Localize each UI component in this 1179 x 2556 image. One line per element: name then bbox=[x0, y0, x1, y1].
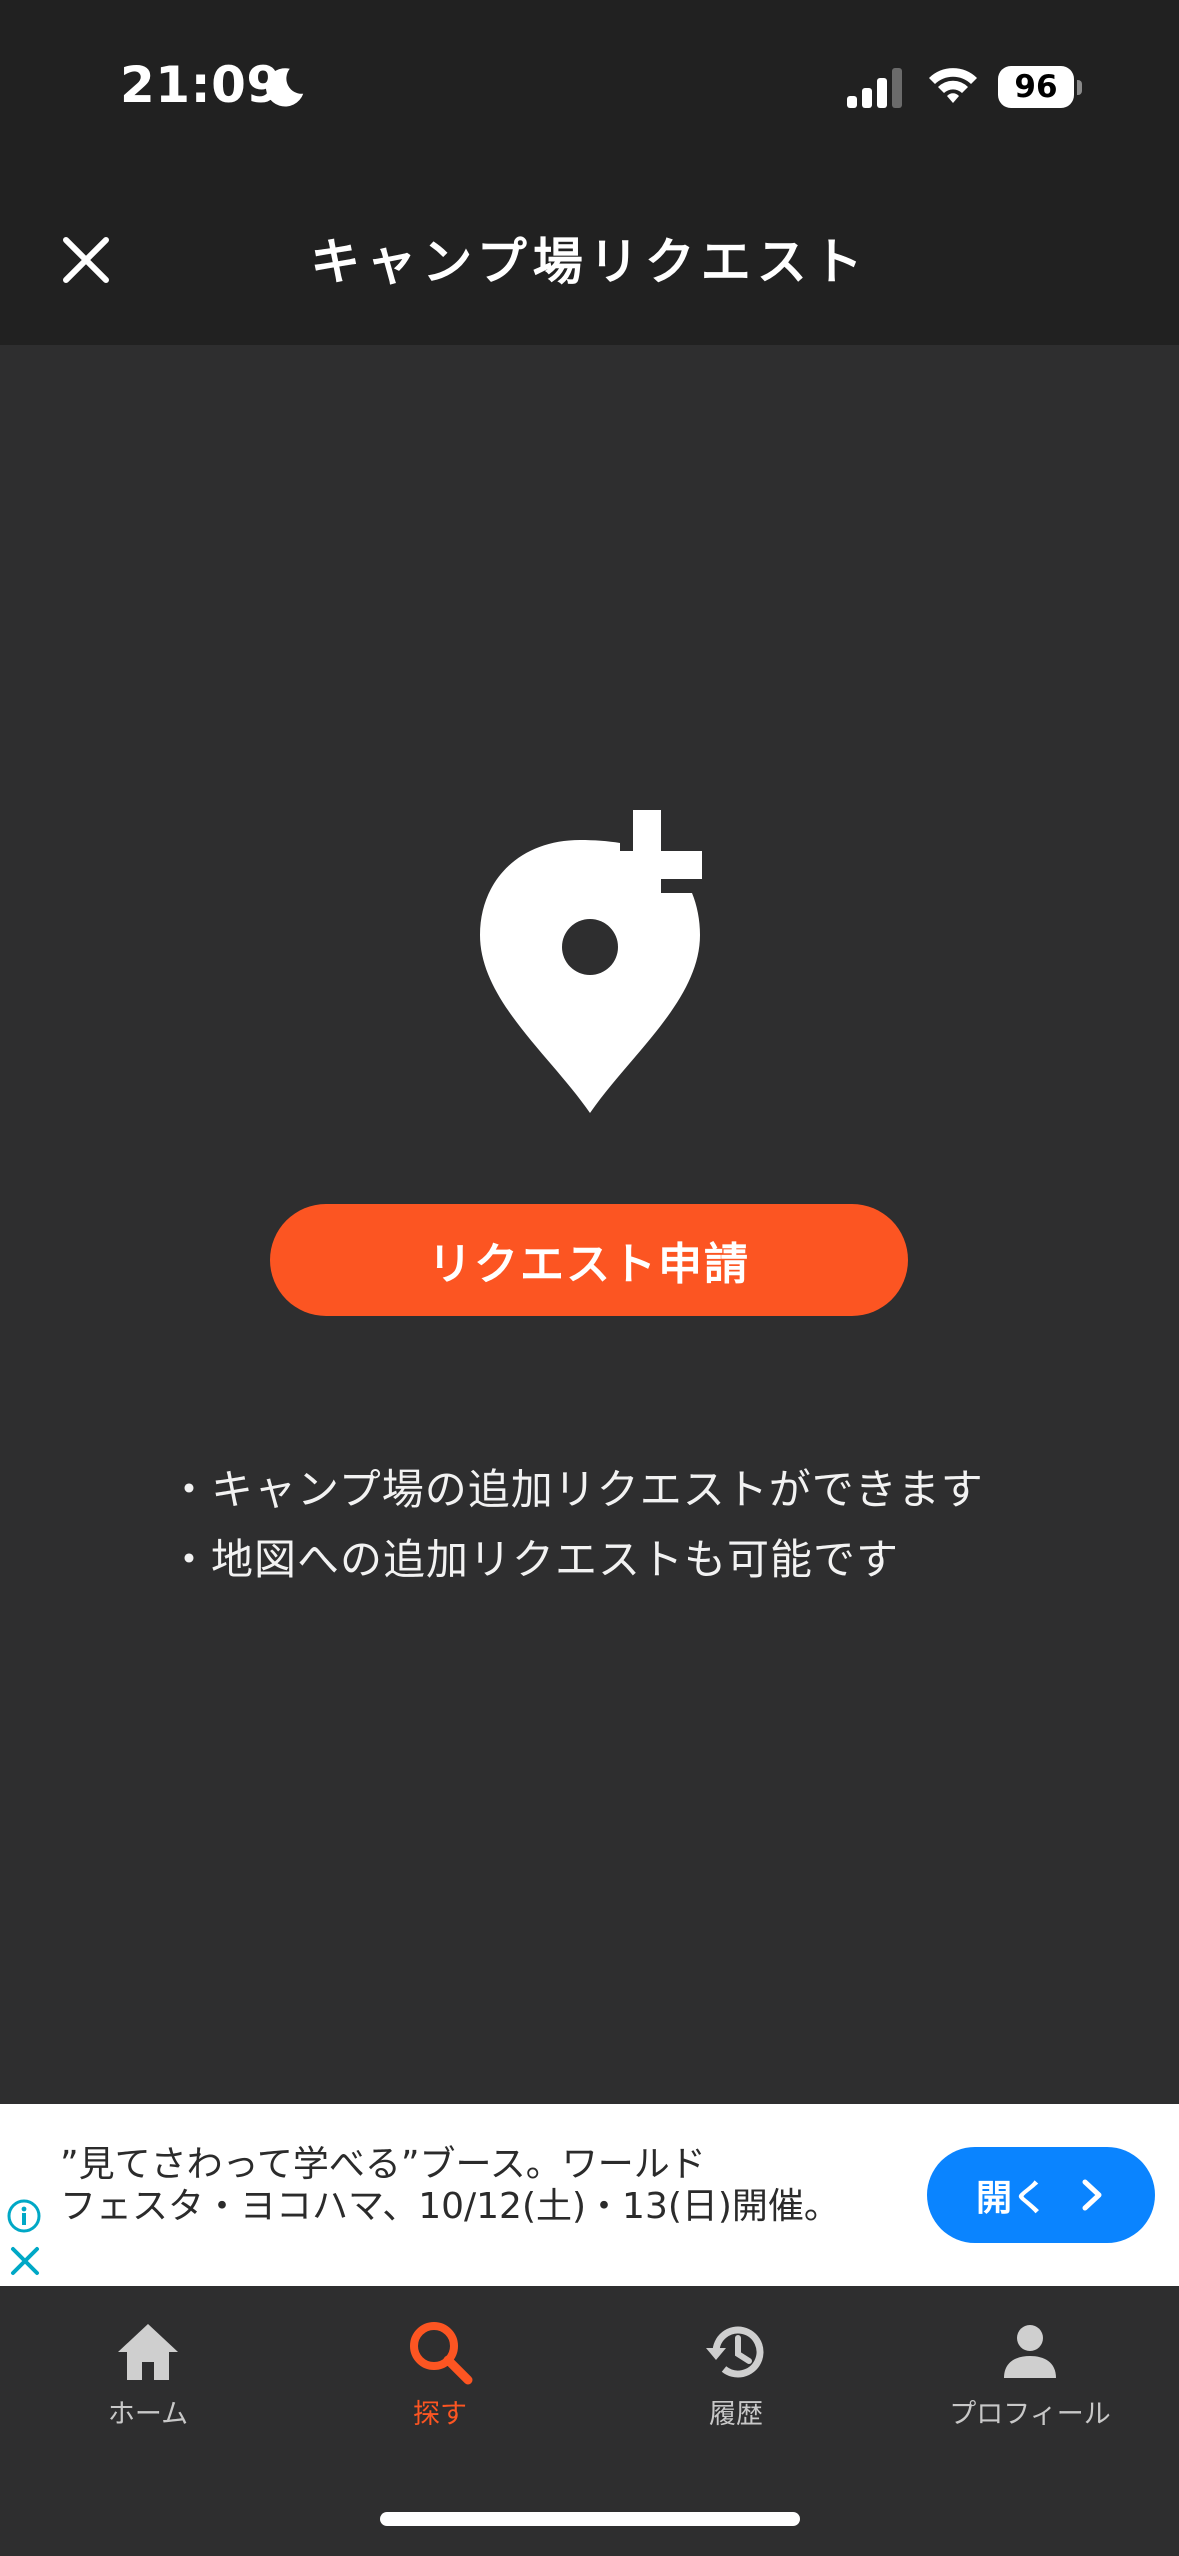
ad-info-icon[interactable] bbox=[6, 2198, 42, 2234]
chevron-right-icon bbox=[1082, 2179, 1102, 2211]
ad-banner[interactable]: ”見てさわって学べる”ブース。ワールド フェスタ・ヨコハマ、10/12(土)・1… bbox=[0, 2104, 1179, 2286]
ad-text-line-1: ”見てさわって学べる”ブース。ワールド bbox=[60, 2144, 706, 2185]
battery-indicator: 96 bbox=[998, 66, 1074, 108]
ad-text-line-2: フェスタ・ヨコハマ、10/12(土)・13(日)開催。 bbox=[60, 2186, 840, 2227]
tab-history-label: 履歴 bbox=[709, 2399, 763, 2430]
top-bar: 21:09 96 キャンプ場リクエスト bbox=[0, 0, 1179, 345]
ad-close-icon[interactable] bbox=[8, 2244, 42, 2278]
page-title: キャンプ場リクエスト bbox=[310, 233, 869, 291]
status-time: 21:09 bbox=[120, 56, 282, 114]
search-icon bbox=[410, 2322, 473, 2385]
camp-request-screen: 21:09 96 キャンプ場リクエスト リクエスト申請 ・キャンプ場の追加リクエ… bbox=[0, 0, 1179, 2556]
add-location-icon bbox=[480, 810, 702, 1113]
home-indicator[interactable] bbox=[380, 2512, 800, 2526]
tab-profile-label: プロフィール bbox=[949, 2399, 1111, 2430]
tab-history[interactable]: 履歴 bbox=[616, 2318, 856, 2438]
ad-open-label: 開く bbox=[975, 2178, 1048, 2219]
tab-search[interactable]: 探す bbox=[320, 2318, 560, 2438]
battery-nub bbox=[1077, 80, 1082, 95]
info-line-map: ・地図への追加リクエストも可能です bbox=[168, 1535, 900, 1584]
history-icon bbox=[706, 2326, 764, 2378]
cellular-signal-icon bbox=[847, 68, 902, 108]
tab-home[interactable]: ホーム bbox=[28, 2318, 268, 2438]
moon-icon bbox=[265, 68, 304, 107]
ad-text: ”見てさわって学べる”ブース。ワールド フェスタ・ヨコハマ、10/12(土)・1… bbox=[60, 2144, 880, 2228]
ad-open-button[interactable]: 開く bbox=[927, 2147, 1155, 2243]
wifi-icon bbox=[929, 68, 977, 103]
home-icon bbox=[118, 2324, 178, 2380]
info-list: ・キャンプ場の追加リクエストができます ・地図への追加リクエストも可能です bbox=[168, 1455, 1068, 1595]
profile-icon bbox=[1004, 2325, 1056, 2378]
tab-profile[interactable]: プロフィール bbox=[910, 2318, 1150, 2438]
tab-search-label: 探す bbox=[413, 2399, 467, 2430]
tab-home-label: ホーム bbox=[107, 2399, 189, 2430]
request-submit-button[interactable]: リクエスト申請 bbox=[270, 1204, 908, 1316]
info-line-camp: ・キャンプ場の追加リクエストができます bbox=[168, 1465, 984, 1514]
